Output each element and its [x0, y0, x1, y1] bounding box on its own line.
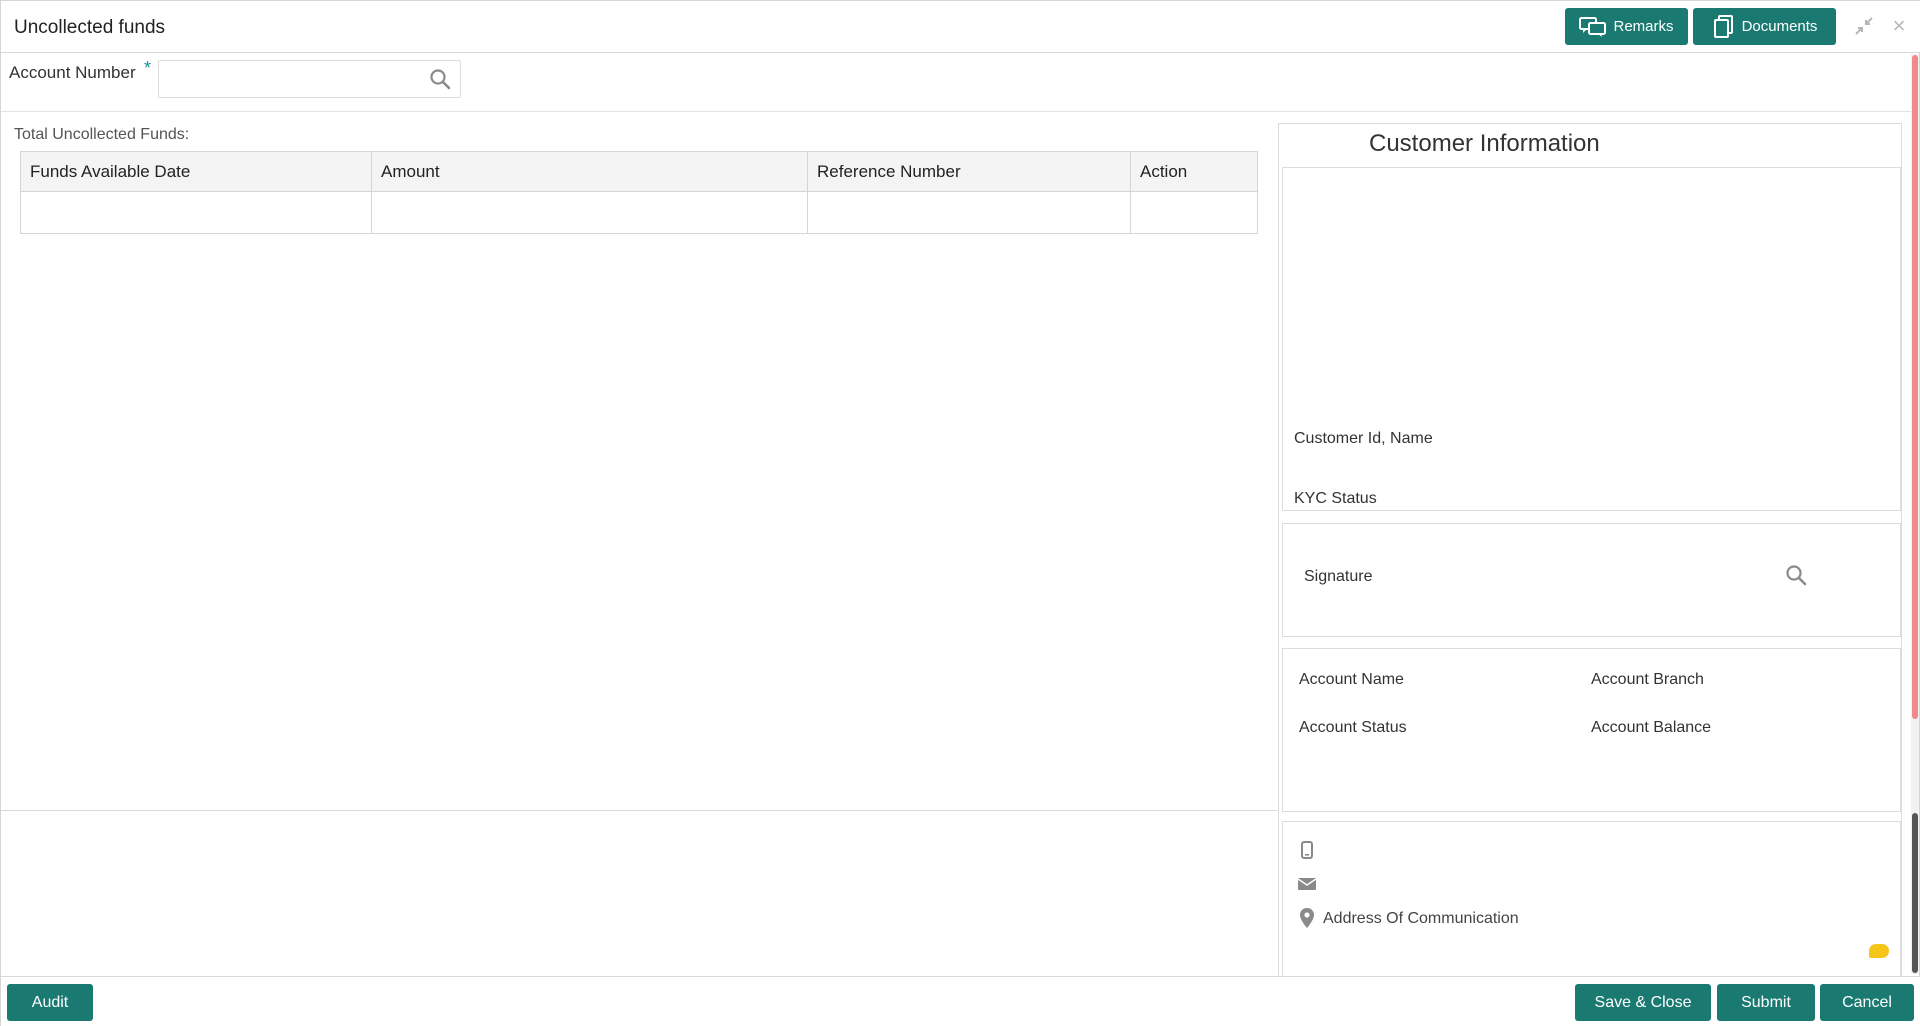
- account-balance-label: Account Balance: [1591, 719, 1712, 736]
- required-indicator: *: [144, 58, 152, 78]
- cell-funds-available-date: [20, 191, 372, 234]
- section-divider: [1, 810, 1277, 811]
- uncollected-funds-window: Uncollected funds Remarks Documents × Ac…: [0, 0, 1920, 1026]
- scrollbar-thumb[interactable]: [1912, 55, 1918, 719]
- signature-card: Signature: [1282, 523, 1901, 637]
- submit-button[interactable]: Submit: [1717, 984, 1815, 1021]
- cell-amount: [371, 191, 808, 234]
- save-and-close-button[interactable]: Save & Close: [1575, 984, 1711, 1021]
- audit-button[interactable]: Audit: [7, 984, 93, 1021]
- column-header-amount[interactable]: Amount: [371, 151, 808, 192]
- remarks-icon: [1579, 16, 1607, 38]
- customer-details-card: Customer Id, Name KYC Status: [1282, 167, 1901, 511]
- search-icon[interactable]: [429, 68, 451, 90]
- cell-action: [1131, 192, 1258, 234]
- column-header-action[interactable]: Action: [1130, 151, 1258, 192]
- scrollbar-lower-thumb[interactable]: [1912, 813, 1918, 973]
- footer-bar: Audit Save & Close Submit Cancel: [1, 976, 1920, 1026]
- account-number-row: Account Number *: [1, 54, 1916, 112]
- account-number-field: [158, 60, 461, 98]
- documents-button[interactable]: Documents: [1693, 8, 1836, 45]
- account-number-input[interactable]: [159, 61, 414, 97]
- account-details-card: Account Name Account Branch Account Stat…: [1282, 648, 1901, 812]
- cancel-button[interactable]: Cancel: [1820, 984, 1914, 1021]
- account-branch-label: Account Branch: [1591, 671, 1704, 688]
- column-header-funds-available-date[interactable]: Funds Available Date: [20, 151, 372, 192]
- documents-icon: [1712, 14, 1736, 39]
- window-title: Uncollected funds: [14, 17, 166, 38]
- close-icon[interactable]: ×: [1888, 15, 1910, 37]
- column-header-reference-number[interactable]: Reference Number: [807, 151, 1131, 192]
- table-row: [20, 191, 1258, 234]
- customer-information-panel: Customer Information Customer Id, Name K…: [1278, 123, 1902, 1011]
- account-status-label: Account Status: [1299, 719, 1407, 736]
- signature-label: Signature: [1304, 568, 1373, 585]
- collapse-arrows-icon[interactable]: [1853, 15, 1875, 37]
- envelope-icon: [1297, 874, 1317, 894]
- mobile-phone-icon: [1297, 840, 1317, 860]
- customer-id-name-label: Customer Id, Name: [1294, 430, 1433, 447]
- location-pin-icon: [1297, 908, 1317, 928]
- signature-search-icon[interactable]: [1785, 564, 1807, 586]
- uncollected-funds-table: Funds Available Date Amount Reference Nu…: [20, 151, 1258, 234]
- cell-reference-number: [807, 191, 1131, 234]
- chat-bubble-icon[interactable]: [1869, 944, 1889, 958]
- table-header-row: Funds Available Date Amount Reference Nu…: [20, 151, 1258, 192]
- total-uncollected-funds-label: Total Uncollected Funds:: [14, 126, 190, 143]
- contact-details-card: Address Of Communication: [1282, 821, 1901, 999]
- documents-label: Documents: [1741, 18, 1818, 35]
- kyc-status-label: KYC Status: [1294, 490, 1377, 507]
- remarks-label: Remarks: [1613, 18, 1674, 35]
- remarks-button[interactable]: Remarks: [1565, 8, 1688, 45]
- customer-information-title: Customer Information: [1369, 130, 1600, 157]
- account-name-label: Account Name: [1299, 671, 1404, 688]
- account-number-label: Account Number: [9, 63, 136, 82]
- window-header: Uncollected funds Remarks Documents ×: [1, 1, 1920, 53]
- address-of-communication-label: Address Of Communication: [1323, 910, 1519, 927]
